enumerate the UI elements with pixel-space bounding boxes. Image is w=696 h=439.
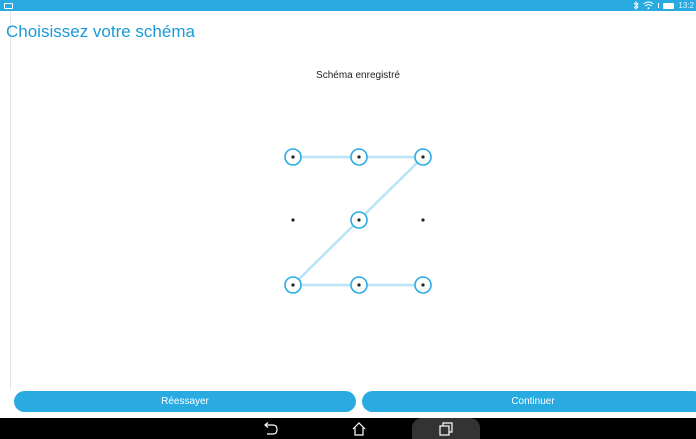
pattern-line xyxy=(358,156,424,221)
battery-icon xyxy=(663,2,675,9)
status-indicators: 13:2 xyxy=(633,0,694,11)
page-title: Choisissez votre schéma xyxy=(6,22,195,41)
pattern-node-8[interactable] xyxy=(350,276,368,294)
status-bar: 13:2 xyxy=(0,0,696,11)
action-buttons: Réessayer Continuer xyxy=(0,391,696,413)
bluetooth-icon xyxy=(634,1,640,10)
left-edge xyxy=(0,11,11,390)
status-time: 13:2 xyxy=(678,1,694,10)
retry-button[interactable]: Réessayer xyxy=(14,391,356,412)
back-icon xyxy=(264,421,278,435)
wifi-icon xyxy=(643,1,655,10)
pattern-status-text: Schéma enregistré xyxy=(316,70,400,81)
back-button[interactable] xyxy=(254,418,288,439)
pattern-node-7[interactable] xyxy=(284,276,302,294)
pattern-node-6[interactable] xyxy=(421,218,425,222)
pattern-node-1[interactable] xyxy=(284,148,302,166)
notification-icon xyxy=(4,3,13,9)
recent-apps-icon xyxy=(439,421,453,436)
pattern-node-9[interactable] xyxy=(414,276,432,294)
continue-button[interactable]: Continuer xyxy=(362,391,696,412)
signal-separator xyxy=(658,3,660,8)
pattern-line xyxy=(292,219,360,286)
recent-apps-button[interactable] xyxy=(412,418,480,439)
home-button[interactable] xyxy=(344,418,374,439)
pattern-grid[interactable] xyxy=(278,140,438,300)
navigation-bar xyxy=(0,418,696,439)
pattern-node-5[interactable] xyxy=(350,211,368,229)
home-icon xyxy=(352,421,366,436)
pattern-node-4[interactable] xyxy=(291,218,295,222)
pattern-node-2[interactable] xyxy=(350,148,368,166)
pattern-node-3[interactable] xyxy=(414,148,432,166)
